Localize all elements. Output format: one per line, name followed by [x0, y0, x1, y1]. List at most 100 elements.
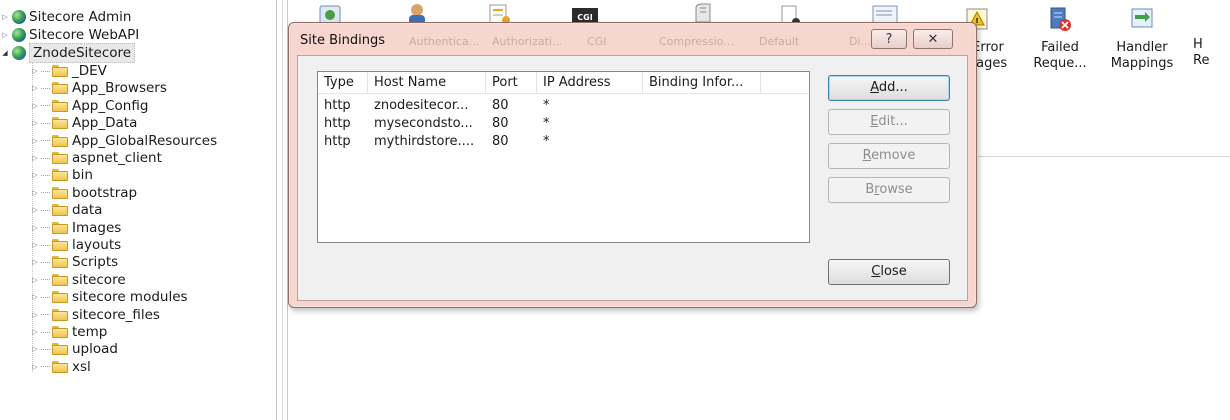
column-header-host-name[interactable]: Host Name: [368, 72, 486, 94]
handler-mappings-icon: [1131, 8, 1153, 28]
expand-arrow-icon[interactable]: ▷: [30, 219, 40, 237]
dialog-titlebar[interactable]: Site Bindings Authentica... Authorizati.…: [289, 23, 976, 55]
feature-label: Failed Reque...: [1033, 40, 1087, 71]
help-button[interactable]: ?: [871, 29, 907, 49]
folder-icon: [52, 256, 68, 269]
remove-button[interactable]: Remove: [828, 143, 950, 169]
tree-item-label: xsl: [72, 358, 91, 375]
folder-icon: [52, 221, 68, 234]
tree-folder-item[interactable]: ▷ data: [30, 201, 102, 219]
tree-item-label: sitecore modules: [72, 289, 188, 306]
tree-item-label: App_Config: [72, 97, 149, 114]
tree-connector: [41, 279, 50, 281]
expand-arrow-icon[interactable]: ▷: [0, 8, 10, 26]
tree-item-label: aspnet_client: [72, 150, 162, 166]
expand-arrow-icon[interactable]: ▷: [0, 26, 10, 44]
tree-connector: [41, 157, 50, 159]
tree-folder-item[interactable]: ▷ bin: [30, 166, 93, 184]
edit-button[interactable]: Edit...: [828, 109, 950, 135]
browse-button[interactable]: Browse: [828, 177, 950, 203]
tree-folder-item[interactable]: ▷ bootstrap: [30, 184, 137, 202]
add-button[interactable]: Add...: [828, 75, 950, 101]
tree-folder-item[interactable]: ▷ App_Config: [30, 97, 148, 115]
folder-icon: [52, 273, 68, 286]
tree-folder-item[interactable]: ▷ temp: [30, 323, 107, 341]
tree-item-sitecore-admin[interactable]: ▷ Sitecore Admin: [0, 8, 131, 26]
binding-row[interactable]: http mysecondsto... 80 *: [318, 115, 761, 133]
website-globe-icon: [12, 28, 26, 42]
bindings-list[interactable]: Type Host Name Port IP Address Binding I…: [317, 71, 810, 243]
cell-type: http: [324, 134, 351, 149]
failed-requests-icon: [1050, 7, 1071, 31]
close-icon: ✕: [927, 31, 939, 47]
collapse-arrow-icon[interactable]: ◢: [0, 44, 10, 62]
tree-connector: [41, 105, 50, 107]
tree-folder-item[interactable]: ▷ App_Data: [30, 114, 137, 132]
tree-item-label: layouts: [72, 237, 122, 253]
expand-arrow-icon[interactable]: ▷: [30, 236, 40, 254]
tree-folder-item[interactable]: ▷ Images: [30, 219, 121, 237]
ghost-label: Compressio...: [659, 35, 734, 48]
folder-icon: [52, 343, 68, 356]
expand-arrow-icon[interactable]: ▷: [30, 97, 40, 115]
feature-http-redirect[interactable]: H Re: [1193, 0, 1230, 69]
pane-splitter[interactable]: [276, 0, 288, 420]
expand-arrow-icon[interactable]: ▷: [30, 166, 40, 184]
tree-item-label: bin: [72, 167, 93, 184]
binding-row[interactable]: http znodesitecor... 80 *: [318, 97, 761, 115]
cell-host-name: mythirdstore....: [374, 134, 475, 149]
expand-arrow-icon[interactable]: ▷: [30, 184, 40, 202]
expand-arrow-icon[interactable]: ▷: [30, 149, 40, 167]
expand-arrow-icon[interactable]: ▷: [30, 201, 40, 219]
binding-row[interactable]: http mythirdstore.... 80 *: [318, 133, 761, 151]
tree-folder-item[interactable]: ▷ App_GlobalResources: [30, 132, 217, 150]
tree-connector: [41, 366, 50, 368]
tree-connector: [41, 192, 50, 194]
column-header-ip-address[interactable]: IP Address: [537, 72, 643, 94]
expand-arrow-icon[interactable]: ▷: [30, 340, 40, 358]
tree-folder-item[interactable]: ▷ layouts: [30, 236, 121, 254]
expand-arrow-icon[interactable]: ▷: [30, 62, 40, 80]
tree-folder-item[interactable]: ▷ sitecore modules: [30, 288, 188, 306]
folder-icon: [52, 326, 68, 338]
column-header-binding-info[interactable]: Binding Infor...: [643, 72, 761, 94]
tree-folder-item[interactable]: ▷ Scripts: [30, 253, 118, 271]
expand-arrow-icon[interactable]: ▷: [30, 271, 40, 289]
tree-item-label: App_Data: [72, 115, 138, 132]
tree-item-label: Images: [72, 219, 122, 236]
website-globe-icon: [12, 46, 26, 60]
tree-item-label: Scripts: [72, 254, 119, 271]
cell-host-name: znodesitecor...: [374, 98, 469, 113]
expand-arrow-icon[interactable]: ▷: [30, 323, 40, 341]
column-header-type[interactable]: Type: [318, 72, 368, 94]
tree-item-label: ZnodeSitecore: [29, 43, 136, 63]
expand-arrow-icon[interactable]: ▷: [30, 358, 40, 376]
close-window-button[interactable]: ✕: [913, 29, 953, 49]
tree-folder-item[interactable]: ▷ sitecore: [30, 271, 125, 289]
expand-arrow-icon[interactable]: ▷: [30, 132, 40, 150]
tree-folder-item[interactable]: ▷ upload: [30, 340, 118, 358]
expand-arrow-icon[interactable]: ▷: [30, 79, 40, 97]
tree-item-sitecore-webapi[interactable]: ▷ Sitecore WebAPI: [0, 26, 139, 44]
tree-item-label: upload: [72, 341, 118, 358]
tree-folder-item[interactable]: ▷ App_Browsers: [30, 79, 167, 97]
expand-arrow-icon[interactable]: ▷: [30, 114, 40, 132]
cell-host-name: mysecondsto...: [374, 116, 473, 131]
expand-arrow-icon[interactable]: ▷: [30, 288, 40, 306]
tree-folder-item[interactable]: ▷ xsl: [30, 358, 91, 376]
close-button[interactable]: Close: [828, 259, 950, 285]
tree-connector: [41, 244, 50, 246]
expand-arrow-icon[interactable]: ▷: [30, 253, 40, 271]
feature-handler-mappings[interactable]: Handler Mappings: [1103, 0, 1181, 72]
tree-folder-item[interactable]: ▷ sitecore_files: [30, 306, 160, 324]
ghost-label: Di...: [849, 35, 872, 48]
site-bindings-dialog: Site Bindings Authentica... Authorizati.…: [288, 22, 977, 308]
help-icon: ?: [885, 31, 893, 47]
expand-arrow-icon[interactable]: ▷: [30, 306, 40, 324]
tree-folder-item[interactable]: ▷ aspnet_client: [30, 149, 162, 167]
column-header-port[interactable]: Port: [486, 72, 537, 94]
tree-folder-item[interactable]: ▷ _DEV: [30, 62, 107, 80]
feature-failed-requests[interactable]: Failed Reque...: [1021, 0, 1099, 72]
cell-binding-info: [643, 97, 761, 115]
tree-item-znodesitecore[interactable]: ◢ ZnodeSitecore: [0, 43, 136, 63]
